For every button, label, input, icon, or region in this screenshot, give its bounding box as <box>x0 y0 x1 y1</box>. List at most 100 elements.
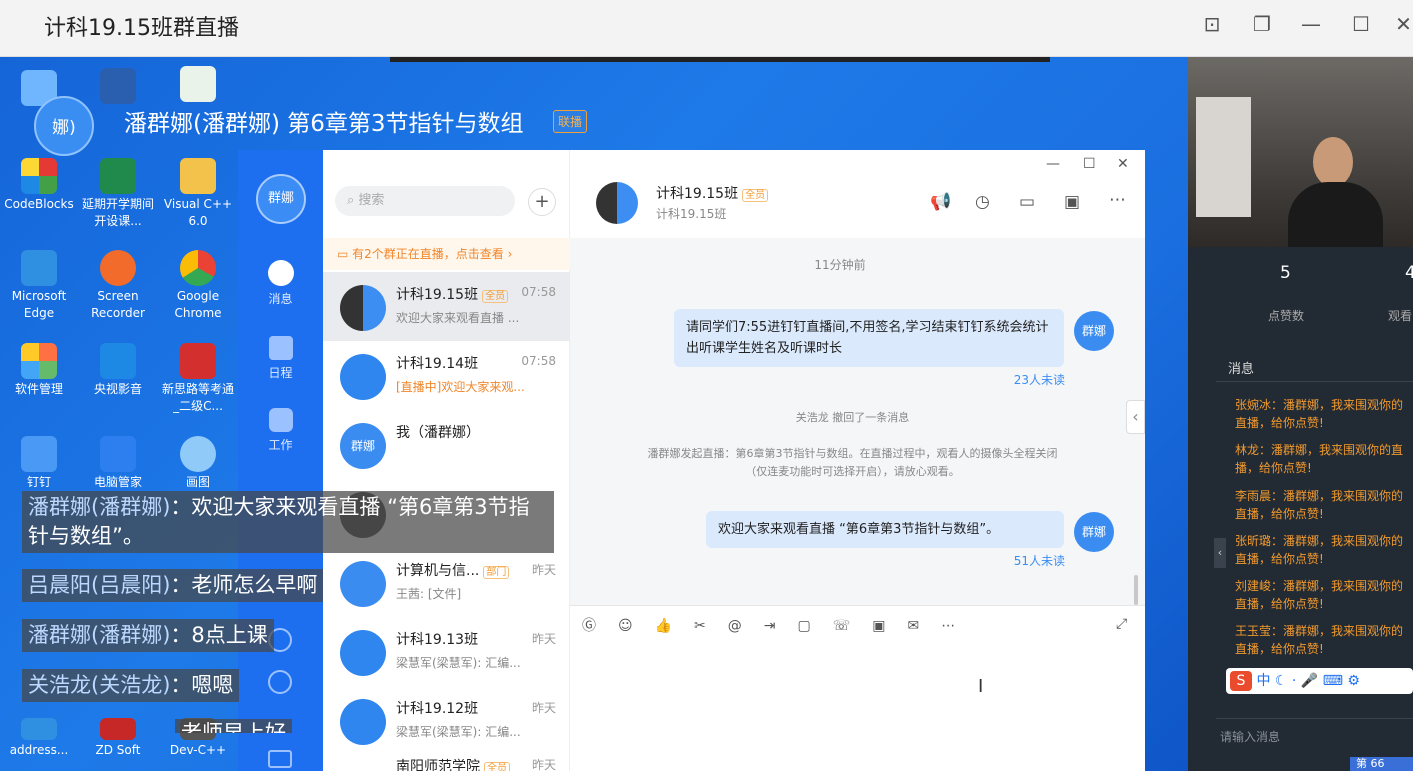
desktop-icon-screen-recorder[interactable]: Screen Recorder <box>82 250 154 322</box>
conversation-item[interactable]: 计科19.14班 07:58 [直播中]欢迎大家来观... <box>323 341 570 410</box>
minimize-button[interactable]: — <box>1297 10 1325 38</box>
desktop-icon-chrome[interactable]: Google Chrome <box>162 250 234 322</box>
collapse-panel-button[interactable]: ‹ <box>1126 400 1145 434</box>
chat-bubble-icon <box>267 260 294 286</box>
window-close-button[interactable]: ✕ <box>1117 156 1129 172</box>
desktop-icon-software-manager[interactable]: 软件管理 <box>3 343 75 398</box>
folder-icon[interactable]: ▭ <box>1019 192 1035 212</box>
window-title-bar: 计科19.15班群直播 ⊡ ❐ — ☐ ✕ <box>0 0 1413 57</box>
chat-pane: — ☐ ✕ 计科19.15班 全员 计科19.15班 📢 ◷ ▭ ▣ ⋯ 11分钟… <box>570 150 1145 771</box>
presenter-camera <box>1188 57 1413 247</box>
like-count: 5 <box>1280 263 1291 283</box>
live-icon[interactable]: ▣ <box>872 618 907 634</box>
desktop-icon-exam[interactable]: 新思路等考通_二级C... <box>162 343 234 415</box>
panel-message: 李雨晨：潘群娜，我来围观你的直播，给你点赞! <box>1235 489 1404 521</box>
panel-message: 林龙：潘群娜，我来围观你的直播，给你点赞! <box>1235 443 1404 475</box>
maximize-button[interactable]: ☐ <box>1347 10 1375 38</box>
group-icon <box>340 354 386 400</box>
panel-message: 张昕璐：潘群娜，我来围观你的直播，给你点赞! <box>1235 534 1404 566</box>
composer-toolbar: Ⓖ☺👍✂@⇥▢☏▣✉⋯ <box>582 615 977 635</box>
emoji-icon[interactable]: ☺ <box>618 618 655 634</box>
conversation-item[interactable]: 群娜 我（潘群娜） <box>323 410 570 479</box>
time-divider: 11分钟前 <box>814 258 866 272</box>
desktop-icon-codeblocks[interactable]: CodeBlocks <box>3 158 75 213</box>
message-bubble: 欢迎大家来观看直播 “第6章第3节指针与数组”。 <box>706 511 1064 548</box>
desktop-icon-zdsoft[interactable]: ZD Soft <box>82 718 154 759</box>
phone-icon[interactable] <box>268 670 292 694</box>
conversation-item[interactable]: 计科19.13班 昨天 梁慧军(梁慧军): 汇编... <box>323 617 570 686</box>
messages-title: 消息 <box>1228 362 1255 377</box>
mail-icon[interactable] <box>268 750 292 768</box>
message-input[interactable]: 请输入消息 <box>1220 728 1280 745</box>
text-cursor-icon: I <box>978 676 984 697</box>
calendar-icon <box>268 336 293 360</box>
chevron-right-icon: › <box>507 247 513 261</box>
search-icon: ⌕ <box>347 193 355 208</box>
more-icon[interactable]: ⋯ <box>941 618 977 634</box>
screen-share-bar <box>390 57 1050 62</box>
desktop-icon-edge[interactable]: Microsoft Edge <box>3 250 75 322</box>
mention-icon[interactable]: @ <box>728 618 764 634</box>
live-icon: ▭ <box>337 247 349 261</box>
ime-toolbar[interactable]: S 中 ☾ ⋅ 🎤 ⌨ ⚙ <box>1226 668 1413 694</box>
scissors-icon[interactable]: ✂ <box>694 618 728 634</box>
panel-collapse-button[interactable]: ‹ <box>1214 538 1226 568</box>
message-bubble: 请同学们7:55进钉钉直播间,不用签名,学习结束钉钉系统会统计出听课学生姓名及听… <box>674 309 1064 367</box>
host-avatar[interactable]: 娜) <box>34 96 94 156</box>
window-minimize-button[interactable]: — <box>1046 156 1060 172</box>
live-comment: 潘群娜(潘群娜)：欢迎大家来观看直播 “第6章第3节指针与数组”。 <box>22 491 554 553</box>
add-button[interactable]: + <box>528 188 556 216</box>
call-icon[interactable]: ☏ <box>833 618 873 634</box>
live-badge: 联播 <box>553 110 588 133</box>
user-avatar[interactable]: 群娜 <box>256 174 306 224</box>
desktop-icon-vc[interactable]: Visual C++ 6.0 <box>162 158 234 230</box>
conversation-list: ⌕ 搜索 + ▭ 有2个群正在直播，点击查看 › 计科19.15班 全员 07:5… <box>323 150 570 771</box>
unread-count[interactable]: 51人未读 <box>970 552 1065 569</box>
mail-icon[interactable]: ✉ <box>908 618 942 634</box>
desktop-icon-pc-manager[interactable]: 电脑管家 <box>82 436 154 491</box>
page-badge: 第 66 <box>1350 757 1413 771</box>
pin-icon[interactable]: ⊡ <box>1198 10 1226 38</box>
history-clock-icon[interactable]: ◷ <box>975 192 990 212</box>
search-box[interactable]: ⌕ 搜索 <box>335 186 515 216</box>
desktop-icon-paint[interactable]: 画图 <box>162 436 234 491</box>
desktop-icon-cctv[interactable]: 央视影音 <box>82 343 154 398</box>
nav-calendar[interactable]: 日程 <box>238 336 323 381</box>
window-maximize-button[interactable]: ☐ <box>1083 156 1096 172</box>
sender-avatar[interactable]: 群娜 <box>1074 512 1114 552</box>
conversation-item[interactable]: 计算机与信... 部门 昨天 王茜: [文件] <box>323 548 570 617</box>
nav-work[interactable]: 工作 <box>238 408 323 453</box>
self-avatar: 群娜 <box>340 423 386 469</box>
unread-count[interactable]: 23人未读 <box>970 371 1065 388</box>
close-button[interactable]: ✕ <box>1394 10 1413 38</box>
file-icon[interactable]: ▢ <box>798 618 833 634</box>
desktop-icon-excel[interactable]: 延期开学期间开设课... <box>82 158 154 230</box>
sender-avatar[interactable]: 群娜 <box>1074 311 1114 351</box>
sogou-ime-icon: S <box>1230 671 1252 691</box>
like-icon[interactable]: 👍 <box>655 618 694 634</box>
desktop-icon-dingtalk[interactable]: 钉钉 <box>3 436 75 491</box>
forward-icon[interactable]: ⇥ <box>764 618 798 634</box>
gif-icon[interactable]: Ⓖ <box>582 618 618 634</box>
watch-count-label: 观看 <box>1388 309 1413 323</box>
desktop-icon-address[interactable]: address... <box>3 718 75 759</box>
desktop-icon-doc[interactable] <box>162 66 234 104</box>
announcement-icon[interactable]: 📢 <box>930 192 951 212</box>
expand-icon[interactable]: ⤢ <box>1116 616 1127 632</box>
restore-copy-icon[interactable]: ❐ <box>1248 10 1276 38</box>
like-count-label: 点赞数 <box>1268 309 1305 323</box>
live-tv-icon[interactable]: ▣ <box>1064 192 1080 212</box>
nav-messages[interactable]: 消息 <box>238 260 323 307</box>
more-icon[interactable]: ⋯ <box>1109 190 1126 210</box>
live-comment: 老师早上好 <box>175 719 292 733</box>
conversation-item[interactable]: 南阳师范学院 全员 昨天 <box>323 755 570 771</box>
panel-message: 张婉冰：潘群娜，我来围观你的直播，给你点赞! <box>1235 398 1404 430</box>
conversation-item[interactable]: 计科19.12班 昨天 梁慧军(梁慧军): 汇编... <box>323 686 570 755</box>
chat-group-avatar[interactable] <box>596 182 638 224</box>
chat-group-sub: 计科19.15班 <box>656 207 727 221</box>
conversation-item[interactable]: 计科19.15班 全员 07:58 欢迎大家来观看直播 ... <box>323 272 570 341</box>
live-notice-banner[interactable]: ▭ 有2个群正在直播，点击查看 › <box>323 238 570 270</box>
desktop-icon-app[interactable] <box>82 68 154 106</box>
scrollbar[interactable] <box>1134 575 1138 605</box>
presenter-face <box>1313 137 1353 187</box>
